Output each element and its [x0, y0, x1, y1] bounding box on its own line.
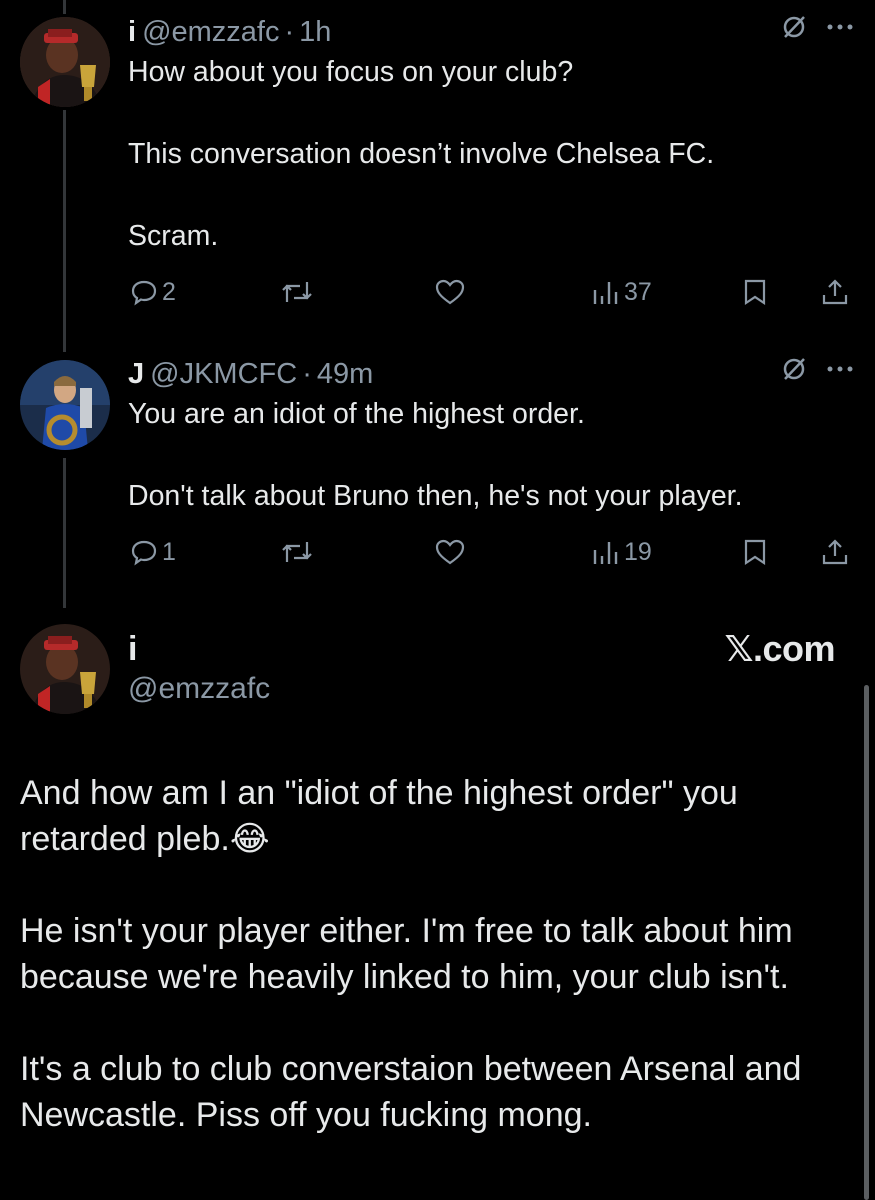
avatar-jkmcfc[interactable]	[20, 360, 110, 450]
views-bar-icon	[593, 282, 618, 304]
action-bar: 2 37	[0, 274, 875, 310]
view-count: 19	[624, 537, 652, 566]
retweet-button[interactable]	[280, 278, 314, 306]
share-icon	[822, 539, 848, 565]
like-button[interactable]	[434, 538, 466, 566]
comment-icon	[131, 540, 157, 566]
author-handle[interactable]: @JKMCFC	[150, 356, 297, 392]
reply-paragraph: Don't talk about Bruno then, he's not yo…	[128, 480, 743, 512]
views-button[interactable]: 19	[592, 538, 652, 567]
reply-paragraph: You are an idiot of the highest order.	[128, 398, 585, 430]
reply-paragraph: How about you focus on your club?	[128, 56, 574, 88]
reply-paragraph: This conversation doesn’t involve Chelse…	[128, 138, 715, 170]
thread-line-top	[63, 0, 66, 14]
x-com-watermark: 𝕏.com	[724, 628, 835, 669]
main-paragraph-text: And how am I an "idiot of the highest or…	[20, 774, 738, 858]
reply-button[interactable]: 1	[130, 538, 176, 567]
author-name[interactable]: i	[128, 14, 136, 50]
author-handle[interactable]: @emzzafc	[142, 14, 279, 50]
reply-header: J @JKMCFC · 49m	[128, 356, 855, 392]
like-button[interactable]	[434, 278, 466, 306]
bookmark-button[interactable]	[742, 538, 768, 566]
reply-button[interactable]: 2	[130, 278, 176, 307]
avatar-emzzafc-main[interactable]	[20, 624, 110, 714]
grok-icon[interactable]	[781, 14, 807, 40]
thread-line-2	[63, 458, 66, 608]
retweet-icon	[282, 282, 312, 302]
action-bar: 1 19	[0, 534, 875, 570]
separator-dot: ·	[284, 16, 295, 48]
thread-line-1	[63, 110, 66, 352]
share-button[interactable]	[820, 537, 850, 567]
more-icon[interactable]	[825, 22, 855, 32]
more-icon[interactable]	[825, 364, 855, 374]
main-author-name[interactable]: i	[128, 630, 137, 669]
share-button[interactable]	[820, 277, 850, 307]
reply-header: i @emzzafc · 1h	[128, 14, 855, 50]
main-tweet-text: And how am I an "idiot of the highest or…	[20, 770, 853, 1138]
heart-icon	[435, 539, 465, 565]
retweet-icon	[282, 542, 312, 562]
laughing-emoji: 😂	[229, 820, 270, 858]
bookmark-icon	[744, 539, 766, 566]
reply-count: 2	[162, 277, 176, 306]
reply-text: You are an idiot of the highest order. D…	[128, 394, 855, 517]
heart-icon	[435, 279, 465, 305]
main-paragraph: It's a club to club converstaion between…	[20, 1050, 802, 1134]
grok-icon[interactable]	[781, 356, 807, 382]
comment-icon	[131, 280, 157, 306]
main-paragraph: He isn't your player either. I'm free to…	[20, 912, 793, 996]
share-icon	[822, 279, 848, 305]
reply-count: 1	[162, 537, 176, 566]
main-author-handle[interactable]: @emzzafc	[128, 672, 270, 706]
retweet-button[interactable]	[280, 538, 314, 566]
bookmark-button[interactable]	[742, 278, 768, 306]
timestamp[interactable]: 1h	[299, 14, 331, 50]
reply-jkmcfc[interactable]: J @JKMCFC · 49m You are an idiot of the …	[128, 356, 855, 517]
main-paragraph: And how am I an "idiot of the highest or…	[20, 770, 853, 862]
view-count: 37	[624, 277, 652, 306]
reply-emzzafc[interactable]: i @emzzafc · 1h How about you focus on y…	[128, 14, 855, 257]
bookmark-icon	[744, 279, 766, 306]
scrollbar[interactable]	[864, 685, 869, 1200]
author-name[interactable]: J	[128, 356, 144, 392]
views-button[interactable]: 37	[592, 278, 652, 307]
avatar-emzzafc[interactable]	[20, 17, 110, 107]
timestamp[interactable]: 49m	[317, 356, 373, 392]
reply-text: How about you focus on your club? This c…	[128, 52, 855, 257]
views-bar-icon	[593, 542, 618, 564]
separator-dot: ·	[302, 358, 312, 390]
reply-paragraph: Scram.	[128, 220, 219, 252]
